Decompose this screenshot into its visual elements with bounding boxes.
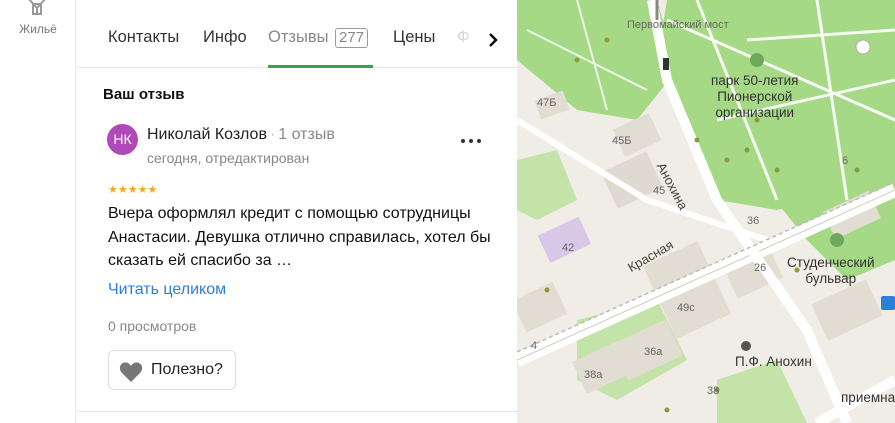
organization-panel: Контакты Инфо Отзывы 277 Цены Ф Ваш отзы…: [77, 0, 517, 423]
map-building-number: 45: [653, 185, 666, 197]
map-building-number: 6: [842, 155, 849, 167]
map-building-number: 45Б: [612, 135, 632, 147]
more-options-button[interactable]: [457, 130, 485, 150]
section-title: Ваш отзыв: [103, 86, 185, 103]
map-building-number: 49с: [677, 302, 695, 314]
map-label-boulevard: Студенческий бульвар: [787, 255, 875, 286]
separator-dot: ·: [269, 126, 276, 143]
map-label-priemnaya: приемна: [841, 390, 895, 405]
map-building-number: 42: [562, 242, 575, 254]
rating-stars: ★★★★★: [108, 184, 158, 196]
tab-reviews-label: Отзывы: [268, 28, 329, 46]
map-building-number: 26: [754, 262, 767, 274]
map-label-poi: П.Ф. Анохин: [735, 354, 812, 369]
map-building-number: 38: [707, 385, 720, 397]
avatar[interactable]: НК: [107, 124, 138, 155]
map[interactable]: Первомайский мост парк 50-летия Пионерск…: [517, 0, 895, 423]
author-review-count: 1 отзыв: [278, 126, 335, 143]
map-building-number: 4: [531, 340, 538, 352]
map-building-number: 36а: [644, 346, 663, 358]
map-building-number: 38а: [584, 369, 603, 381]
map-building-number: 36: [747, 215, 760, 227]
view-count: 0 просмотров: [108, 318, 197, 334]
rail-item-label: Жильё: [19, 22, 57, 36]
divider: [77, 411, 517, 412]
useful-button[interactable]: Полезно?: [108, 350, 236, 390]
review-date: сегодня, отредактирован: [147, 150, 310, 166]
tab-info[interactable]: Инфо: [203, 28, 247, 47]
chevron-right-icon[interactable]: [483, 28, 503, 52]
useful-label: Полезно?: [151, 361, 223, 378]
active-tab-indicator: [268, 65, 373, 68]
tab-bar: Контакты Инфо Отзывы 277 Цены Ф: [77, 14, 517, 68]
map-label-bridge: Первомайский мост: [627, 19, 729, 31]
map-label-park: парк 50-летия Пионерской организации: [711, 73, 799, 120]
map-building-number: 47Б: [537, 97, 557, 109]
tab-contacts[interactable]: Контакты: [108, 28, 179, 47]
author-name[interactable]: Николай Козлов: [147, 126, 267, 143]
tab-reviews-count: 277: [335, 28, 369, 48]
author-line: Николай Козлов · 1 отзыв: [147, 126, 335, 144]
tab-prices[interactable]: Цены: [393, 28, 435, 47]
left-rail: Жильё: [0, 0, 76, 423]
read-more-link[interactable]: Читать целиком: [108, 281, 226, 299]
heart-icon: [119, 362, 143, 382]
house-icon: [28, 0, 46, 15]
rail-item-housing[interactable]: Жильё: [0, 0, 76, 44]
review-text: Вчера оформлял кредит с помощью сотрудни…: [108, 205, 491, 269]
map-canvas[interactable]: [517, 0, 895, 423]
tab-reviews[interactable]: Отзывы 277: [268, 28, 369, 48]
